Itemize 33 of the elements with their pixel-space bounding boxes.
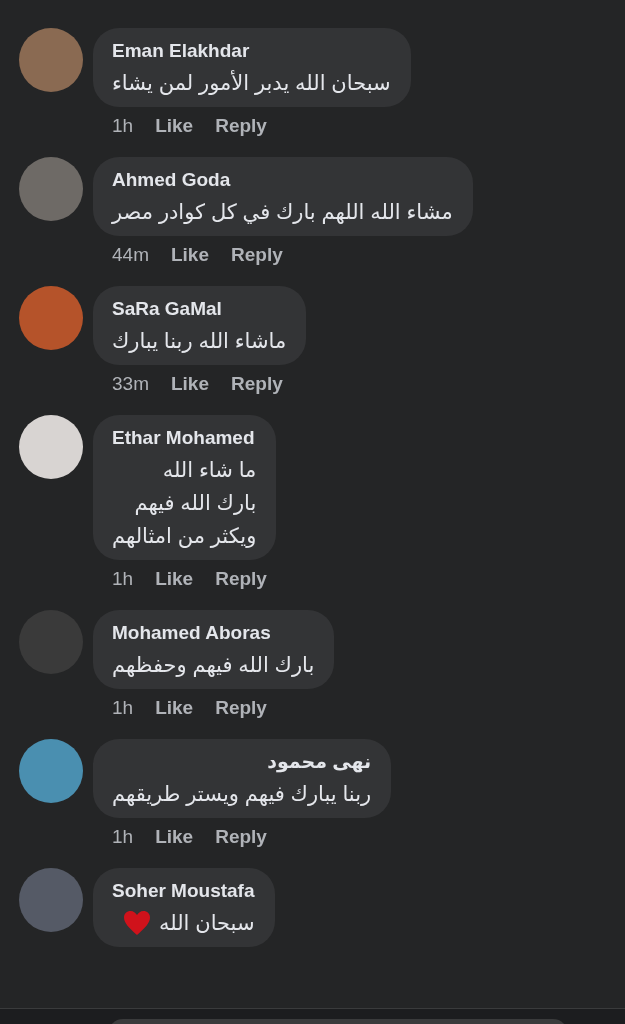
like-link[interactable]: Like	[155, 697, 194, 719]
like-link[interactable]: Like	[170, 373, 209, 395]
author-name[interactable]: Soher Moustafa	[112, 878, 255, 904]
reply-link[interactable]: Reply	[231, 244, 283, 266]
heart-icon	[122, 909, 151, 936]
comment-text: ربنا يبارك فيهم ويستر طريقهم	[112, 781, 372, 808]
like-link[interactable]: Like	[155, 826, 194, 848]
author-name[interactable]: Ethar Mohamed	[112, 425, 257, 451]
like-link[interactable]: Like	[155, 568, 194, 590]
comment-time: 33m	[112, 373, 149, 395]
comment-text: مشاء الله اللهم بارك في كل كوادر مصر	[112, 199, 453, 226]
comment-text: ما شاء الله بارك الله فيهم ويكثر من امثالهم	[112, 457, 257, 550]
like-link[interactable]: Like	[155, 115, 194, 137]
author-name[interactable]: SaRa GaMal	[112, 296, 287, 322]
comment-text: بارك الله فيهم وحفظهم	[112, 652, 315, 679]
comment-text: سبحان الله يدبر الأمور لمن يشاء	[112, 69, 391, 97]
comment-time: 1h	[112, 697, 134, 719]
reply-link[interactable]: Reply	[215, 115, 267, 137]
comment-text: سبحان الله	[158, 910, 255, 936]
reply-link[interactable]: Reply	[215, 826, 267, 848]
like-link[interactable]: Like	[170, 244, 209, 266]
author-name[interactable]: Mohamed Aboras	[112, 620, 315, 646]
author-name[interactable]: Ahmed Goda	[112, 167, 453, 193]
comment-time: 1h	[112, 568, 134, 590]
comment-time: 1h	[112, 826, 134, 848]
comment-text: ماشاء الله ربنا يبارك	[112, 328, 287, 355]
comment-time: 1h	[112, 115, 134, 137]
reply-link[interactable]: Reply	[231, 373, 283, 395]
author-name[interactable]: نهى محمود	[112, 749, 372, 775]
reply-link[interactable]: Reply	[215, 568, 267, 590]
reply-link[interactable]: Reply	[215, 697, 267, 719]
author-name[interactable]: Eman Elakhdar	[112, 38, 391, 64]
comment-time: 44m	[112, 244, 149, 266]
